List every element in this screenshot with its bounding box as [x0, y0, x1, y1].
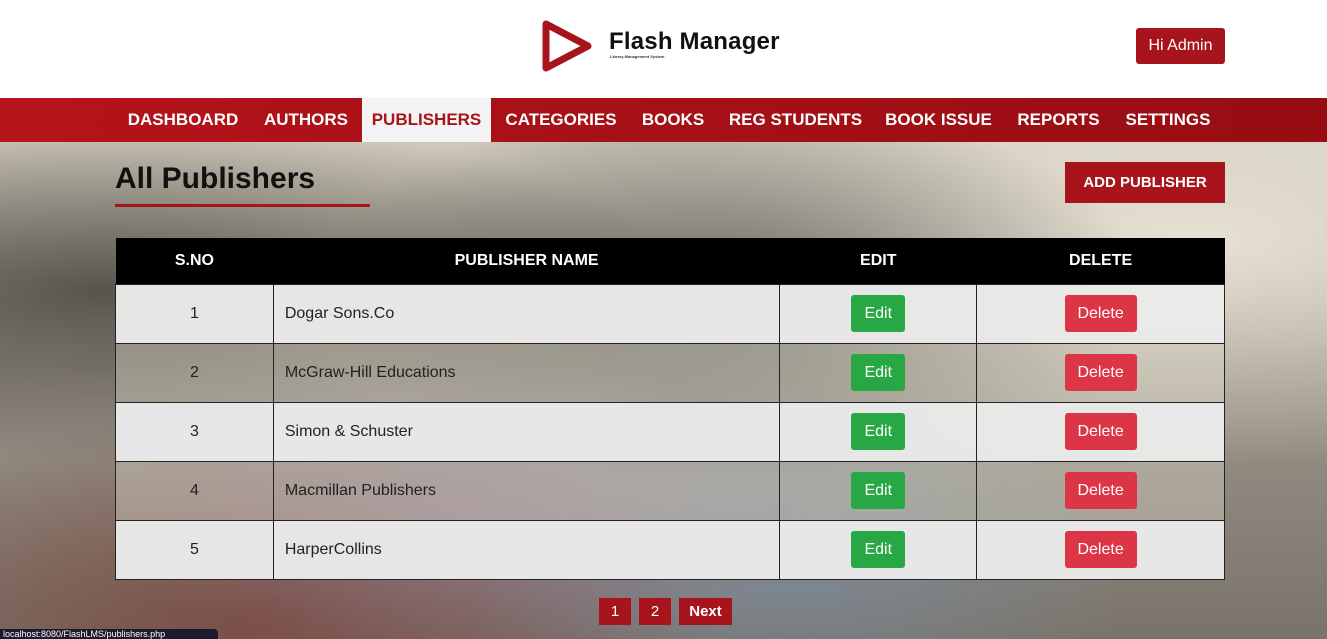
table-row: 4 Macmillan Publishers Edit Delete	[115, 460, 1225, 521]
nav-item-dashboard[interactable]: DASHBOARD	[116, 98, 250, 142]
edit-button[interactable]: Edit	[851, 472, 906, 509]
delete-button[interactable]: Delete	[1064, 531, 1137, 568]
row-sno: 5	[115, 519, 274, 580]
top-header: Flash Manager Library Management System …	[0, 0, 1327, 98]
row-publisher-name: McGraw-Hill Educations	[272, 342, 781, 403]
nav-item-book-issue[interactable]: BOOK ISSUE	[873, 98, 1004, 142]
status-bar-url: localhost:8080/FlashLMS/publishers.php	[0, 629, 218, 639]
nav-item-books[interactable]: BOOKS	[628, 98, 718, 142]
row-publisher-name: Dogar Sons.Co	[272, 283, 781, 344]
header-publisher-name: PUBLISHER NAME	[273, 238, 780, 284]
row-edit-cell: Edit	[779, 460, 978, 521]
row-sno: 3	[115, 401, 274, 462]
row-edit-cell: Edit	[779, 342, 978, 403]
brand-title: Flash Manager	[609, 28, 780, 55]
nav-item-authors[interactable]: AUTHORS	[250, 98, 362, 142]
row-publisher-name: Simon & Schuster	[272, 401, 781, 462]
nav-item-categories[interactable]: CATEGORIES	[494, 98, 628, 142]
row-sno: 2	[115, 342, 274, 403]
row-edit-cell: Edit	[779, 283, 978, 344]
table-row: 2 McGraw-Hill Educations Edit Delete	[115, 342, 1225, 403]
row-sno: 1	[115, 283, 274, 344]
edit-button[interactable]: Edit	[851, 295, 906, 332]
next-page-button[interactable]: Next	[679, 598, 732, 625]
row-edit-cell: Edit	[779, 401, 978, 462]
table-header-row: S.NO PUBLISHER NAME EDIT DELETE	[115, 238, 1225, 284]
header-edit: EDIT	[779, 238, 977, 284]
row-delete-cell: Delete	[976, 460, 1225, 521]
table-row: 1 Dogar Sons.Co Edit Delete	[115, 283, 1225, 344]
nav-item-publishers[interactable]: PUBLISHERS	[362, 98, 491, 142]
edit-button[interactable]: Edit	[851, 413, 906, 450]
row-edit-cell: Edit	[779, 519, 978, 580]
add-publisher-button[interactable]: ADD PUBLISHER	[1065, 162, 1225, 203]
delete-button[interactable]: Delete	[1064, 295, 1137, 332]
admin-menu-button[interactable]: Hi Admin	[1136, 28, 1225, 64]
row-delete-cell: Delete	[976, 519, 1225, 580]
row-sno: 4	[115, 460, 274, 521]
delete-button[interactable]: Delete	[1064, 354, 1137, 391]
nav-item-reg-students[interactable]: REG STUDENTS	[718, 98, 873, 142]
main-nav: DASHBOARD AUTHORS PUBLISHERS CATEGORIES …	[0, 98, 1327, 142]
play-triangle-icon	[542, 20, 592, 72]
edit-button[interactable]: Edit	[851, 354, 906, 391]
page-2-button[interactable]: 2	[639, 598, 671, 625]
page-title: All Publishers	[115, 162, 316, 195]
row-publisher-name: Macmillan Publishers	[272, 460, 781, 521]
table-row: 3 Simon & Schuster Edit Delete	[115, 401, 1225, 462]
publishers-table: S.NO PUBLISHER NAME EDIT DELETE 1 Dogar …	[115, 238, 1225, 580]
row-delete-cell: Delete	[976, 283, 1225, 344]
delete-button[interactable]: Delete	[1064, 472, 1137, 509]
brand-logo[interactable]: Flash Manager Library Management System	[538, 18, 798, 74]
main-content: All Publishers ADD PUBLISHER S.NO PUBLIS…	[0, 142, 1327, 639]
nav-item-reports[interactable]: REPORTS	[1004, 98, 1113, 142]
nav-item-settings[interactable]: SETTINGS	[1113, 98, 1223, 142]
page-1-button[interactable]: 1	[599, 598, 631, 625]
header-sno: S.NO	[115, 238, 274, 284]
header-delete: DELETE	[976, 238, 1225, 284]
edit-button[interactable]: Edit	[851, 531, 906, 568]
row-delete-cell: Delete	[976, 342, 1225, 403]
row-delete-cell: Delete	[976, 401, 1225, 462]
brand-subtitle: Library Management System	[610, 54, 665, 59]
delete-button[interactable]: Delete	[1064, 413, 1137, 450]
title-underline	[115, 204, 370, 207]
table-row: 5 HarperCollins Edit Delete	[115, 519, 1225, 580]
row-publisher-name: HarperCollins	[272, 519, 781, 580]
